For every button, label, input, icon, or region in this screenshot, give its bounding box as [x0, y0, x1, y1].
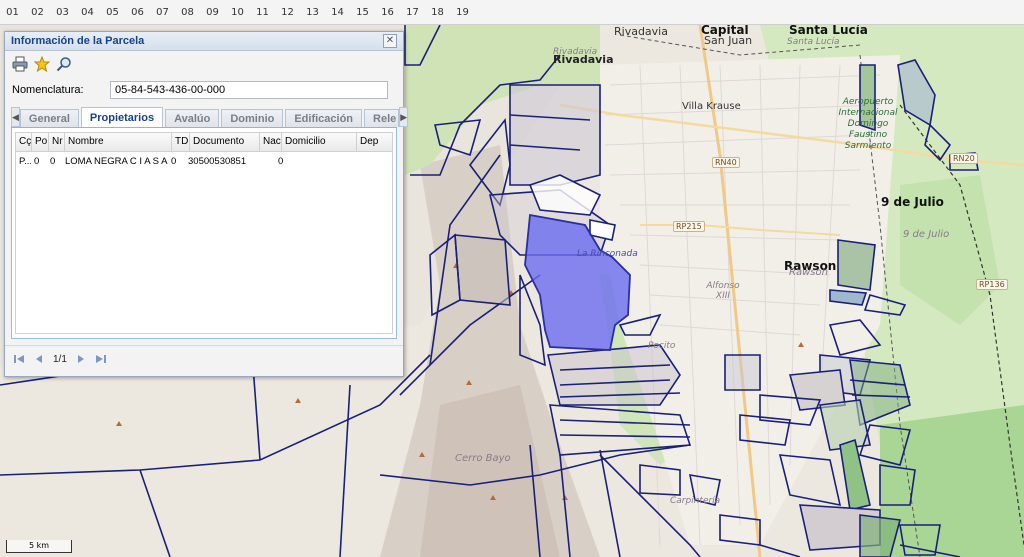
label-aeropuerto: Aeropuerto Internacional Domingo Faustin… — [838, 97, 898, 151]
zoom-level-09[interactable]: 09 — [200, 7, 225, 18]
last-page-icon[interactable] — [95, 353, 107, 365]
zoom-level-05[interactable]: 05 — [100, 7, 125, 18]
zoom-level-18[interactable]: 18 — [425, 7, 450, 18]
cell-nac — [254, 156, 275, 167]
road-rn40: RN40 — [712, 157, 740, 168]
panel-title: Información de la Parcela — [11, 35, 145, 47]
label-rivadavia-top: Rivadavia — [614, 25, 668, 38]
panel-toolbar — [5, 51, 403, 77]
tab-scroll-right-icon[interactable]: ▶ — [399, 107, 409, 127]
tab-strip: ◀ General Propietarios Avalúo Dominio Ed… — [11, 107, 409, 128]
zoom-level-01[interactable]: 01 — [0, 7, 25, 18]
cell-nr: 0 — [50, 156, 56, 167]
col-header-c[interactable]: Cç — [16, 133, 32, 151]
cell-domicilio: 0 — [278, 156, 284, 167]
col-header-nr[interactable]: Nr — [49, 133, 65, 151]
label-rivadavia-faint: Rivadavia — [553, 47, 598, 57]
label-villa-krause: Villa Krause — [682, 101, 741, 112]
page-indicator: 1/1 — [53, 353, 67, 365]
tab-propietarios[interactable]: Propietarios — [80, 107, 164, 127]
zoom-level-08[interactable]: 08 — [175, 7, 200, 18]
zoom-level-13[interactable]: 13 — [300, 7, 325, 18]
cell-po: 0 — [34, 156, 40, 167]
panel-header[interactable]: Información de la Parcela ✕ — [5, 32, 403, 51]
col-header-td[interactable]: TD — [172, 133, 190, 151]
map-scale: 5 km — [6, 540, 72, 553]
label-san-juan: San Juan — [704, 34, 753, 47]
road-rp-right: RP136 — [976, 279, 1008, 290]
zoom-level-03[interactable]: 03 — [50, 7, 75, 18]
nomenclatura-label: Nomenclatura: — [12, 84, 84, 96]
zoom-level-12[interactable]: 12 — [275, 7, 300, 18]
tab-avaluo[interactable]: Avalúo — [165, 109, 220, 127]
zoom-level-15[interactable]: 15 — [350, 7, 375, 18]
prev-page-icon[interactable] — [33, 353, 45, 365]
propietarios-tab-body: Cç Po Nr Nombre TD Documento Nac Domicil… — [11, 128, 397, 339]
col-header-nac[interactable]: Nac — [260, 133, 282, 151]
zoom-level-02[interactable]: 02 — [25, 7, 50, 18]
zoom-level-10[interactable]: 10 — [225, 7, 250, 18]
print-icon[interactable] — [11, 55, 29, 73]
zoom-level-11[interactable]: 11 — [250, 7, 275, 18]
label-nueve-de-julio-faint: 9 de Julio — [903, 229, 950, 240]
tab-edificacion[interactable]: Edificación — [285, 109, 363, 127]
table-row[interactable]: P... 0 0 LOMA NEGRA C I A S A 0 30500530… — [16, 152, 392, 167]
zoom-level-16[interactable]: 16 — [375, 7, 400, 18]
cell-dep — [349, 156, 382, 167]
road-rp215: RP215 — [673, 221, 705, 232]
cell-c: P... — [19, 156, 31, 167]
col-header-po[interactable]: Po — [32, 133, 49, 151]
zoom-level-14[interactable]: 14 — [325, 7, 350, 18]
label-rawson-faint: Rawson — [789, 267, 828, 278]
next-page-icon[interactable] — [75, 353, 87, 365]
road-rn20: RN20 — [950, 153, 978, 164]
zoom-level-bar: 01 02 03 04 05 06 07 08 09 10 11 12 13 14 15 16 17 18 19 — [0, 0, 1024, 25]
first-page-icon[interactable] — [13, 353, 25, 365]
zoom-level-17[interactable]: 17 — [400, 7, 425, 18]
paging-toolbar: 1/1 — [5, 345, 403, 372]
tab-dominio[interactable]: Dominio — [221, 109, 284, 127]
label-alfonso: Alfonso XIII — [706, 281, 740, 301]
nomenclatura-field[interactable] — [110, 81, 388, 99]
tab-rele[interactable]: Rele — [364, 109, 400, 127]
grid-header: Cç Po Nr Nombre TD Documento Nac Domicil… — [16, 133, 392, 152]
label-la-rinconada: La Rinconada — [577, 249, 638, 259]
label-santa-lucia: Santa Lucía — [789, 25, 868, 37]
label-pocito: Pocito — [648, 341, 676, 351]
label-santa-lucia-faint: Santa Lucía — [787, 37, 840, 47]
col-header-domicilio[interactable]: Domicilio — [282, 133, 357, 151]
zoom-level-06[interactable]: 06 — [125, 7, 150, 18]
label-carpinteria: Carpintería — [670, 496, 721, 506]
zoom-level-04[interactable]: 04 — [75, 7, 100, 18]
col-header-documento[interactable]: Documento — [190, 133, 260, 151]
owners-grid: Cç Po Nr Nombre TD Documento Nac Domicil… — [15, 132, 393, 334]
label-nueve-de-julio: 9 de Julio — [881, 195, 944, 209]
zoom-icon[interactable] — [55, 55, 73, 73]
col-header-dep[interactable]: Dep — [357, 133, 390, 151]
label-cerro-bayo: Cerro Bayo — [455, 453, 511, 464]
parcel-info-panel[interactable]: Información de la Parcela ✕ Nomenclatura… — [4, 31, 409, 377]
cell-documento: 30500530851 — [188, 156, 247, 167]
close-icon[interactable]: ✕ — [383, 34, 397, 48]
star-icon[interactable] — [33, 55, 51, 73]
nomenclatura-row: Nomenclatura: — [5, 77, 403, 103]
tab-scroll-left-icon[interactable]: ◀ — [11, 107, 20, 127]
cell-td: 0 — [171, 156, 177, 167]
col-header-nombre[interactable]: Nombre — [65, 133, 172, 151]
zoom-level-19[interactable]: 19 — [450, 7, 475, 18]
cell-nombre: LOMA NEGRA C I A S A — [65, 156, 168, 167]
tab-general[interactable]: General — [19, 109, 79, 127]
zoom-level-07[interactable]: 07 — [150, 7, 175, 18]
